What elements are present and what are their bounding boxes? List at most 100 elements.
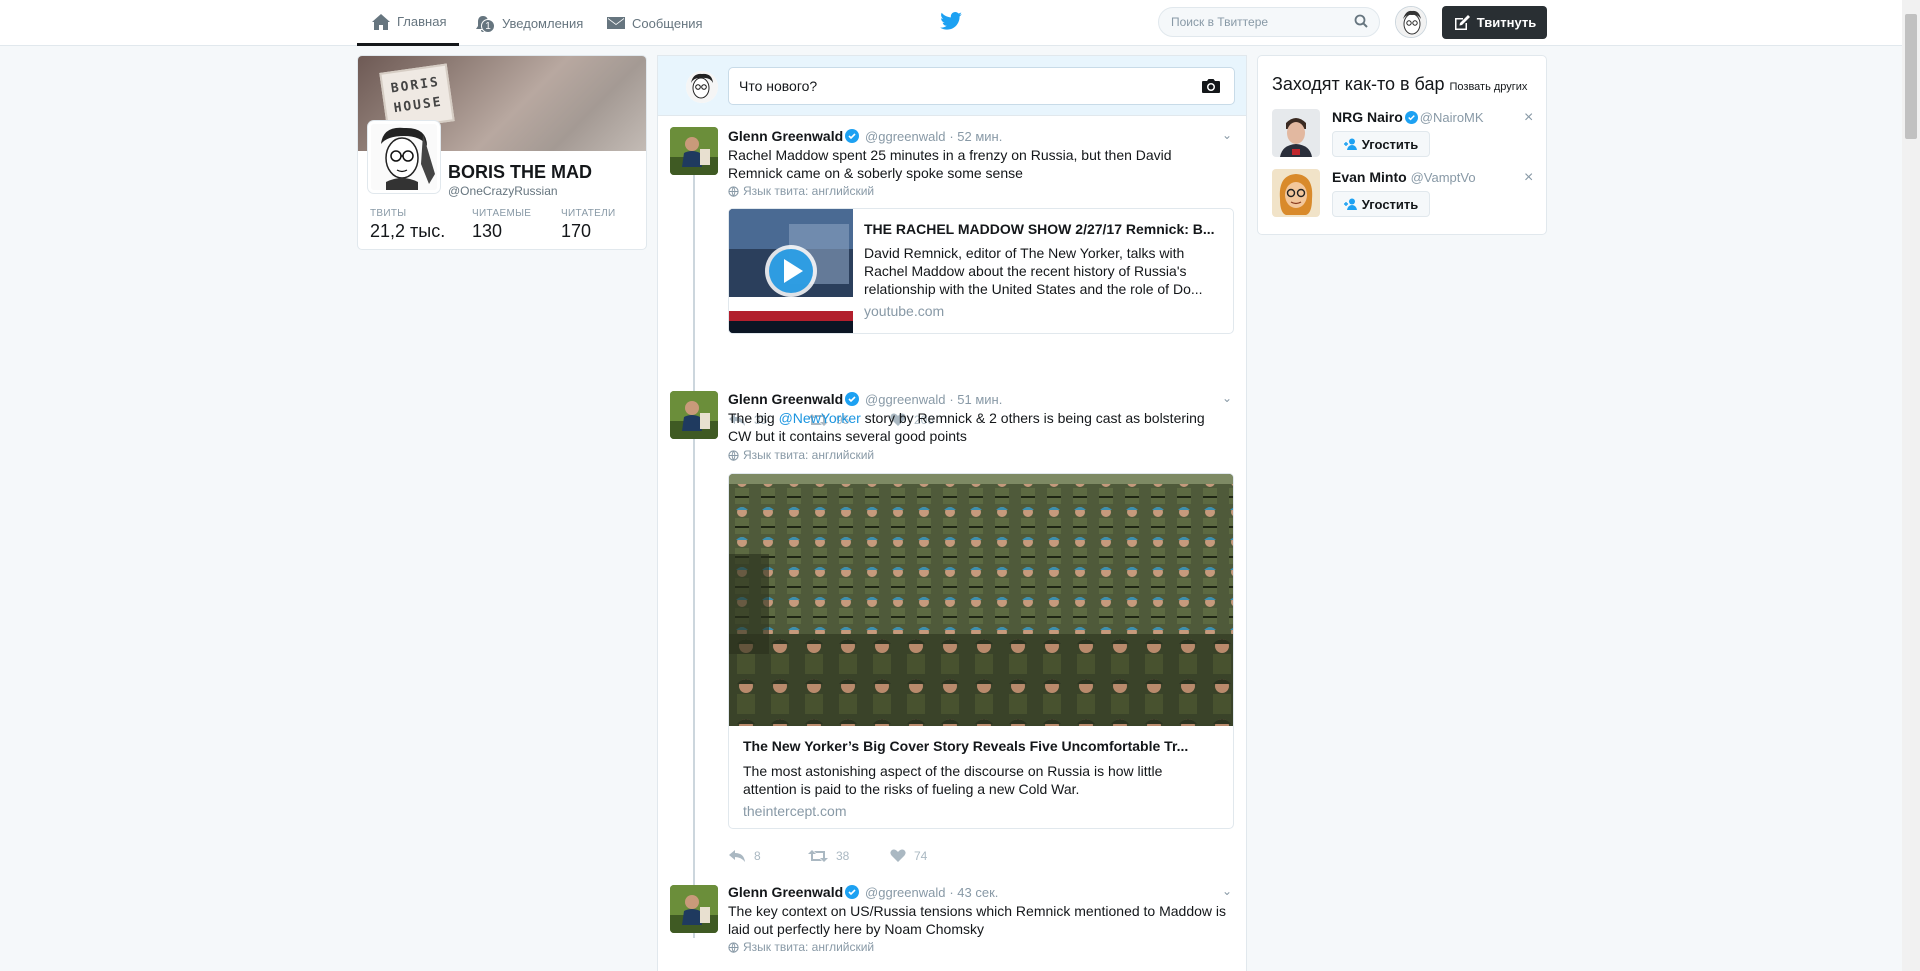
tweet-author-avatar[interactable] (670, 391, 718, 439)
envelope-icon (607, 17, 625, 29)
reply-count: 8 (754, 849, 761, 863)
card-description: The most astonishing aspect of the disco… (743, 763, 1163, 797)
tweet-language[interactable]: Язык твита: английский (728, 448, 874, 462)
card-domain: theintercept.com (743, 803, 847, 819)
tweet-language[interactable]: Язык твита: английский (728, 184, 874, 198)
stat-tweets[interactable]: ТВИТЫ 21,2 тыс. (370, 208, 445, 242)
stat-following[interactable]: ЧИТАЕМЫЕ 130 (472, 208, 531, 242)
suggested-user-name[interactable]: NRG Nairo @NairoMK (1332, 109, 1484, 125)
nav-messages[interactable]: Сообщения (606, 0, 706, 46)
search-input[interactable] (1158, 7, 1380, 37)
stat-followers[interactable]: ЧИТАТЕЛИ 170 (561, 208, 615, 242)
tweet-composer: Что нового? (658, 56, 1246, 116)
twitter-bird-icon[interactable] (940, 12, 962, 30)
tweet-author-handle[interactable]: @ggreenwald (865, 885, 945, 900)
tweet-language[interactable]: Язык твита: английский (728, 940, 874, 954)
suggested-user-name[interactable]: Evan Minto @VamptVo (1332, 169, 1476, 185)
composer-input[interactable]: Что нового? (728, 67, 1235, 105)
tweet-button-label: Твитнуть (1476, 15, 1537, 30)
tweet-language-label: Язык твита: английский (743, 184, 875, 198)
reply-icon (729, 850, 745, 862)
mention-link[interactable]: @NewYorker (779, 410, 861, 426)
chevron-down-icon[interactable]: ⌄ (1222, 128, 1232, 142)
stat-following-value: 130 (472, 221, 503, 241)
suggested-user-display-name: Evan Minto (1332, 169, 1407, 185)
follow-button[interactable]: Угостить (1332, 191, 1430, 217)
who-to-follow-title: Заходят как-то в бар Позвать других (1272, 74, 1527, 95)
tweet-header: Glenn Greenwald @ggreenwald · 43 сек. (728, 884, 998, 900)
suggested-user-avatar[interactable] (1272, 109, 1320, 157)
tweet-button[interactable]: Твитнуть (1442, 6, 1547, 39)
card-description: David Remnick, editor of The New Yorker,… (864, 245, 1203, 297)
link-card[interactable]: THE RACHEL MADDOW SHOW 2/27/17 Remnick: … (728, 208, 1234, 334)
tweet[interactable]: Glenn Greenwald @ggreenwald · 43 сек. ⌄ … (658, 874, 1246, 971)
follow-button[interactable]: Угостить (1332, 131, 1430, 157)
tweet-author-name[interactable]: Glenn Greenwald (728, 884, 843, 900)
profile-name[interactable]: BORIS THE MAD (448, 162, 592, 183)
profile-avatar[interactable] (368, 121, 440, 193)
heart-icon (890, 849, 906, 862)
scrollbar-thumb[interactable] (1905, 14, 1917, 139)
nav-home-label: Главная (397, 14, 447, 29)
page-scrollbar[interactable] (1902, 0, 1920, 971)
suggested-user: Evan Minto @VamptVo Угостить × (1272, 169, 1542, 221)
reply-button[interactable]: 8 (728, 849, 808, 863)
tweet-author-avatar[interactable] (670, 127, 718, 175)
card-title: The New Yorker’s Big Cover Story Reveals… (743, 738, 1189, 754)
like-button[interactable]: 74 (890, 849, 970, 863)
tweet[interactable]: Glenn Greenwald @ggreenwald · 51 мин. ⌄ … (658, 379, 1246, 874)
tweet-author-handle[interactable]: @ggreenwald (865, 129, 945, 144)
add-user-icon (1343, 138, 1357, 150)
chevron-down-icon[interactable]: ⌄ (1222, 884, 1232, 898)
card-domain: youtube.com (864, 303, 945, 319)
tweet-author-name[interactable]: Glenn Greenwald (728, 391, 843, 407)
stat-tweets-label: ТВИТЫ (370, 208, 407, 219)
verified-icon (845, 129, 860, 143)
nav-notifications-label: Уведомления (502, 15, 584, 31)
dismiss-icon[interactable]: × (1524, 169, 1533, 187)
search-icon[interactable] (1354, 14, 1368, 28)
tweet-author-handle[interactable]: @ggreenwald (865, 392, 945, 407)
tweet-header: Glenn Greenwald @ggreenwald · 51 мин. (728, 391, 1002, 407)
globe-icon (728, 185, 739, 197)
like-count: 74 (914, 849, 928, 863)
profile-card: BORIS HOUSE BORIS THE MAD @OneCrazyRussi… (357, 55, 647, 250)
tweet-text-part: The big (728, 410, 779, 426)
follow-button-label: Угостить (1361, 136, 1419, 152)
card-image[interactable] (729, 474, 1233, 726)
stat-tweets-value: 21,2 тыс. (370, 221, 446, 241)
dismiss-icon[interactable]: × (1524, 109, 1533, 127)
retweet-icon (808, 850, 828, 862)
tweet-time[interactable]: · 43 сек. (949, 885, 998, 900)
stat-following-label: ЧИТАЕМЫЕ (472, 208, 532, 219)
account-avatar[interactable] (1395, 6, 1427, 38)
suggested-user-handle: @NairoMK (1419, 110, 1484, 125)
tweet-language-label: Язык твита: английский (743, 940, 875, 954)
nav-home[interactable]: Главная (357, 0, 459, 46)
verified-icon (845, 392, 860, 406)
profile-handle[interactable]: @OneCrazyRussian (448, 184, 558, 198)
link-card[interactable]: The New Yorker’s Big Cover Story Reveals… (728, 473, 1234, 829)
retweet-button[interactable]: 38 (808, 849, 890, 863)
video-thumbnail[interactable] (729, 209, 853, 333)
camera-icon[interactable] (1201, 78, 1221, 94)
suggested-user-avatar[interactable] (1272, 169, 1320, 217)
tweet-text: The big @NewYorker story by Remnick & 2 … (728, 409, 1228, 445)
chevron-down-icon[interactable]: ⌄ (1222, 391, 1232, 405)
tweet-author-name[interactable]: Glenn Greenwald (728, 128, 843, 144)
tweet-author-avatar[interactable] (670, 885, 718, 933)
tweet-time[interactable]: · 52 мин. (949, 129, 1002, 144)
follow-button-label: Угостить (1361, 196, 1419, 212)
stat-followers-label: ЧИТАТЕЛИ (561, 208, 616, 219)
tweet-header: Glenn Greenwald @ggreenwald · 52 мин. (728, 128, 1002, 144)
tweet-time[interactable]: · 51 мин. (949, 392, 1002, 407)
tweet-language-label: Язык твита: английский (743, 448, 875, 462)
invite-link[interactable]: Позвать других (1450, 81, 1528, 93)
composer-avatar (686, 71, 718, 103)
suggested-user-handle: @VamptVo (1410, 170, 1476, 185)
timeline: Что нового? Glenn Greenwald @ggreenwald … (657, 55, 1247, 971)
tweet-actions: 8 38 74 (728, 849, 970, 863)
nav-notifications[interactable]: 1 Уведомления (474, 0, 586, 46)
card-title: THE RACHEL MADDOW SHOW 2/27/17 Remnick: … (864, 221, 1215, 237)
retweet-count: 38 (836, 849, 850, 863)
